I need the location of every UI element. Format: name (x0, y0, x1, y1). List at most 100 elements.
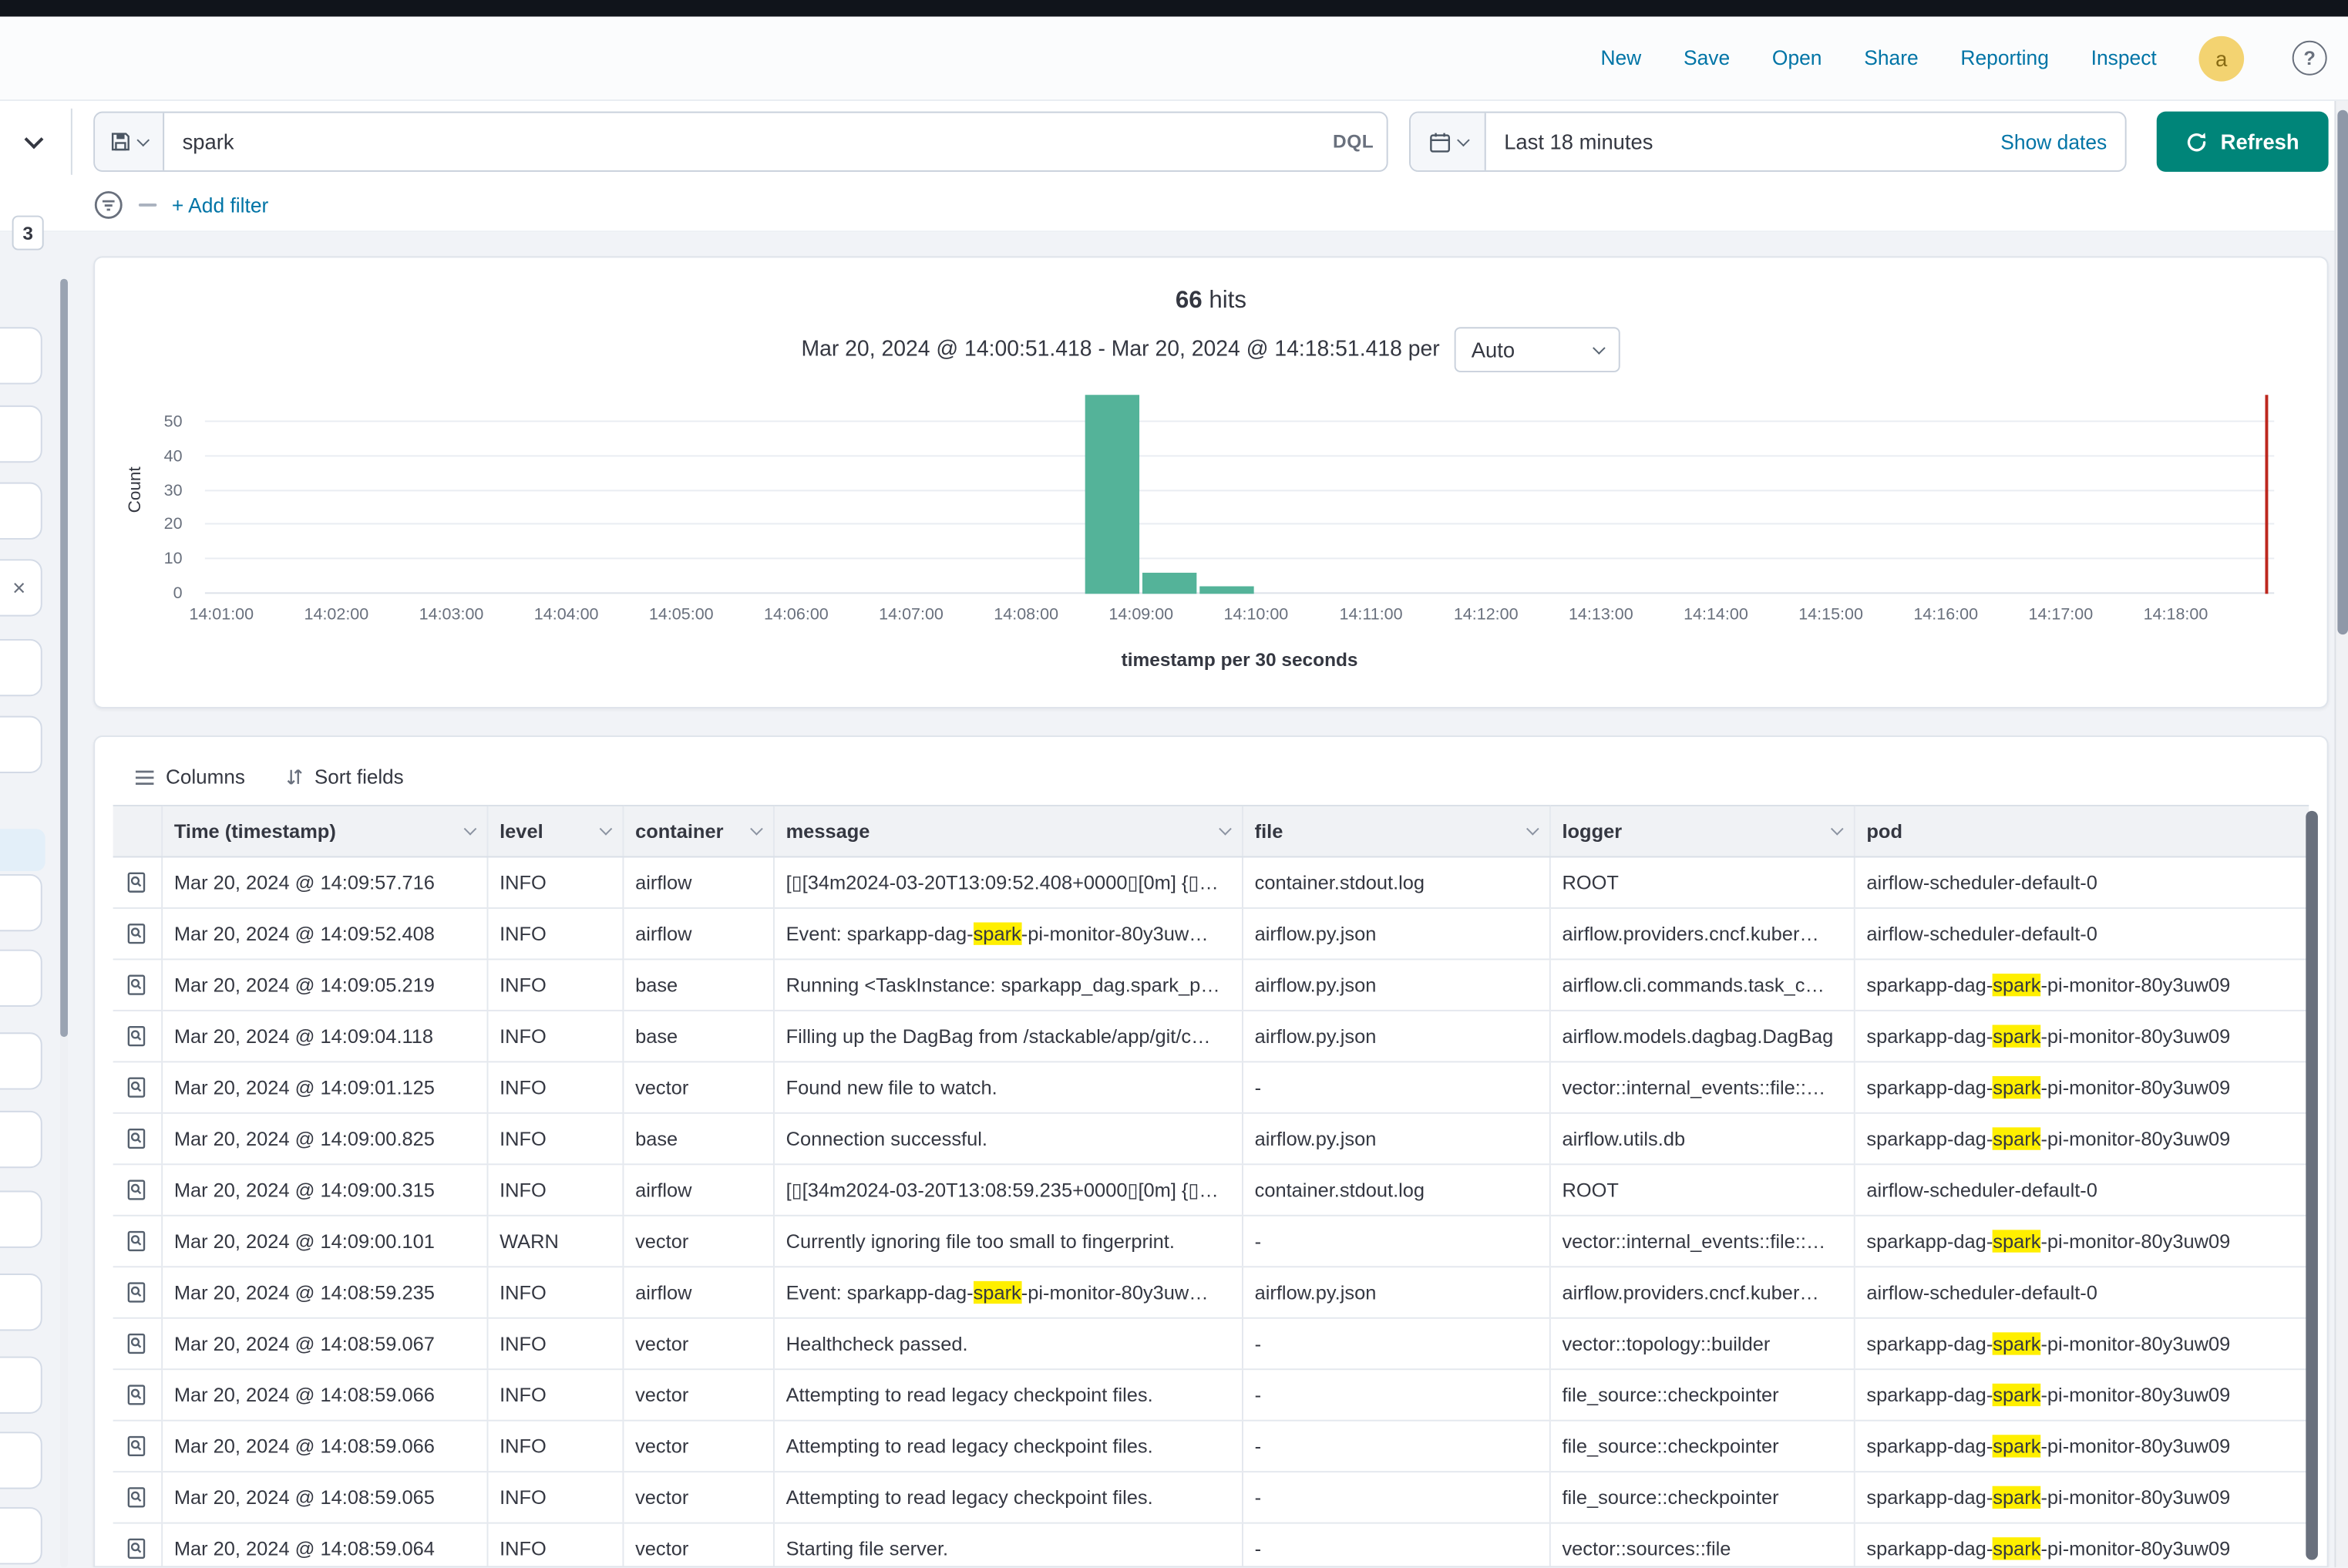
date-picker-button[interactable] (1411, 113, 1486, 170)
show-dates-button[interactable]: Show dates (2000, 130, 2124, 153)
time-range-label[interactable]: Last 18 minutes (1486, 130, 2001, 153)
columns-button[interactable]: Columns (134, 765, 245, 788)
field-pill[interactable] (0, 327, 42, 384)
sort-chevron-icon[interactable] (1218, 823, 1231, 836)
table-scrollbar-thumb[interactable] (2306, 811, 2318, 1560)
field-pill[interactable] (0, 1111, 42, 1168)
field-pill[interactable] (0, 1357, 42, 1414)
field-pill[interactable] (0, 483, 42, 540)
inspect-document-icon[interactable] (120, 917, 153, 951)
query-language-button[interactable]: DQL (1320, 113, 1387, 170)
column-header-label: file (1255, 820, 1283, 843)
inspect-document-icon[interactable] (120, 1122, 153, 1156)
sidebar-scrollbar-thumb[interactable] (60, 279, 68, 1037)
cell-file: - (1242, 1472, 1549, 1523)
histogram-bar[interactable] (1200, 587, 1255, 594)
inspect-document-icon[interactable] (120, 1378, 153, 1412)
inspect-document-icon[interactable] (120, 1173, 153, 1206)
histogram-bar[interactable] (1085, 395, 1140, 594)
column-header-message[interactable]: message (773, 806, 1242, 856)
sort-chevron-icon[interactable] (599, 823, 612, 836)
inspect-document-icon[interactable] (120, 1532, 153, 1565)
sort-fields-button[interactable]: Sort fields (284, 765, 404, 788)
field-pill[interactable] (0, 405, 42, 463)
nav-inspect[interactable]: Inspect (2091, 47, 2157, 69)
field-pill-selected[interactable] (0, 829, 45, 871)
field-pill[interactable] (0, 1507, 42, 1564)
close-icon[interactable]: × (12, 577, 25, 599)
column-header-time[interactable]: Time (timestamp) (161, 806, 486, 856)
field-pill[interactable] (0, 1432, 42, 1489)
cell-time: Mar 20, 2024 @ 14:09:05.219 (161, 959, 486, 1010)
nav-reporting[interactable]: Reporting (1960, 47, 2048, 69)
page-scrollbar-thumb[interactable] (2337, 110, 2348, 634)
help-icon[interactable]: ? (2292, 41, 2327, 76)
documents-table: Time (timestamp)levelcontainermessage fil… (113, 805, 2309, 1567)
sort-chevron-icon[interactable] (463, 823, 476, 836)
cell-container: vector (622, 1421, 773, 1472)
search-input[interactable] (164, 113, 1320, 170)
inspect-document-icon[interactable] (120, 1327, 153, 1360)
calendar-icon (1428, 130, 1450, 153)
filter-bar: + Add filter (93, 183, 268, 228)
x-tick-label: 14:07:00 (879, 606, 944, 624)
cell-pod: sparkapp-dag-spark-pi-monitor-80y3uw09 (1854, 1011, 2309, 1062)
highlight: spark (1993, 1076, 2040, 1099)
sort-chevron-icon[interactable] (749, 823, 762, 836)
table-row: Mar 20, 2024 @ 14:09:05.219INFObaseRunni… (113, 959, 2309, 1010)
expand-cell (113, 908, 162, 959)
hits-count-line: 66 hits (95, 288, 2327, 315)
nav-save[interactable]: Save (1684, 47, 1730, 69)
inspect-document-icon[interactable] (120, 1225, 153, 1258)
add-filter-button[interactable]: + Add filter (172, 193, 268, 216)
highlight: spark (974, 923, 1021, 945)
field-pill[interactable] (0, 1191, 42, 1248)
y-tick-label: 50 (164, 413, 183, 431)
inspect-document-icon[interactable] (120, 1071, 153, 1104)
cell-message: Starting file server. (773, 1523, 1242, 1568)
avatar[interactable]: a (2198, 35, 2244, 81)
field-pill[interactable] (0, 1032, 42, 1089)
field-pill[interactable]: × (0, 559, 42, 616)
inspect-document-icon[interactable] (120, 1020, 153, 1053)
table-body: Mar 20, 2024 @ 14:09:57.716INFOairflow[▯… (113, 856, 2309, 1567)
inspect-document-icon[interactable] (120, 1429, 153, 1462)
saved-query-menu-button[interactable] (95, 113, 164, 170)
field-pill[interactable] (0, 950, 42, 1007)
nav-new[interactable]: New (1600, 47, 1641, 69)
cell-message: Filling up the DagBag from /stackable/ap… (773, 1011, 1242, 1062)
floppy-disk-icon (110, 131, 131, 152)
nav-share[interactable]: Share (1864, 47, 1918, 69)
column-header-level[interactable]: level (486, 806, 622, 856)
inspect-document-icon[interactable] (120, 1481, 153, 1514)
filter-circle-icon[interactable] (93, 190, 123, 220)
inspect-document-icon[interactable] (120, 1276, 153, 1309)
interval-select[interactable]: Auto (1455, 327, 1620, 372)
histogram-bar[interactable] (1142, 574, 1197, 594)
field-pill[interactable] (0, 1274, 42, 1331)
sort-chevron-icon[interactable] (1830, 823, 1843, 836)
inspect-document-icon[interactable] (120, 968, 153, 1001)
list-icon (134, 766, 155, 787)
column-header-logger[interactable]: logger (1549, 806, 1854, 856)
chart-subtitle-row: Mar 20, 2024 @ 14:00:51.418 - Mar 20, 20… (95, 327, 2327, 372)
cell-file: - (1242, 1523, 1549, 1568)
expand-cell (113, 1062, 162, 1112)
inspect-document-icon[interactable] (120, 866, 153, 899)
hits-label: hits (1209, 288, 1246, 313)
cell-time: Mar 20, 2024 @ 14:08:59.067 (161, 1318, 486, 1369)
field-pill[interactable] (0, 716, 42, 773)
nav-open[interactable]: Open (1772, 47, 1822, 69)
cell-message: [▯[34m2024-03-20T13:09:52.408+0000▯[0m] … (773, 856, 1242, 907)
sort-chevron-icon[interactable] (1526, 823, 1539, 836)
field-pill[interactable] (0, 639, 42, 696)
column-header-pod[interactable]: pod (1854, 806, 2309, 856)
field-pill[interactable] (0, 874, 42, 931)
refresh-icon (2186, 130, 2208, 153)
column-header-file[interactable]: file (1242, 806, 1549, 856)
refresh-button[interactable]: Refresh (2157, 112, 2329, 172)
cell-level: INFO (486, 908, 622, 959)
cell-file: airflow.py.json (1242, 1113, 1549, 1164)
refresh-label: Refresh (2221, 130, 2299, 153)
column-header-container[interactable]: container (622, 806, 773, 856)
